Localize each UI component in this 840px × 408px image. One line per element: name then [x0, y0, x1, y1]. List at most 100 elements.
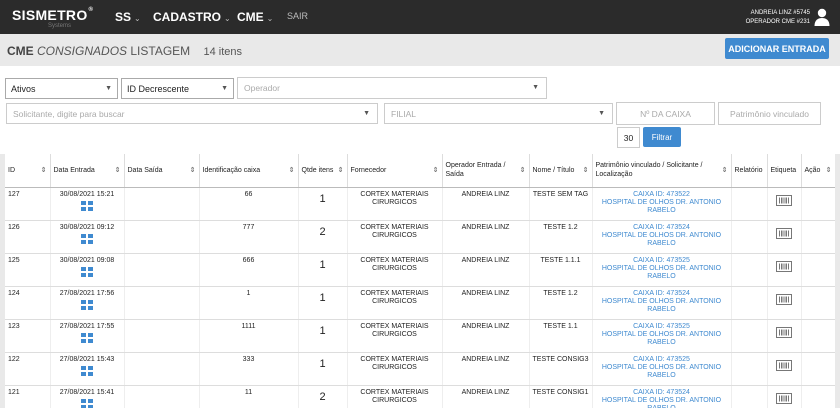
solicitante-search-select[interactable]: Solicitante, digite para buscar ▼ — [6, 103, 378, 124]
column-header-label: Data Saída — [127, 166, 163, 174]
patrimonio-input[interactable]: Patrimônio vinculado — [718, 102, 821, 125]
table-row[interactable]: 121 27/08/2021 15:41 11 2 CORTEX MATERIA… — [5, 385, 835, 408]
chevron-down-icon: ▼ — [221, 85, 228, 92]
top-navbar: SISMETRO® Systems SS ⌄ CADASTRO ⌄ CME ⌄ SAI… — [0, 0, 840, 34]
brand-logo[interactable]: SISMETRO® — [12, 7, 93, 23]
cell-relatorio — [731, 253, 768, 287]
nav-menu-cadastro[interactable]: CADASTRO ⌄ — [153, 10, 231, 24]
barcode-label-icon[interactable] — [776, 194, 792, 206]
cell-etiqueta — [767, 319, 802, 353]
caixa-placeholder: Nº DA CAIXA — [640, 108, 691, 119]
table-row[interactable]: 125 30/08/2021 09:08 666 1 CORTEX MATERI… — [5, 253, 835, 287]
column-header-patrimonio[interactable]: Patrimônio vinculado / Solicitante / Loc… — [592, 154, 732, 188]
filter-button[interactable]: Filtrar — [643, 127, 681, 147]
column-header-id[interactable]: ID ⇕ — [5, 154, 51, 188]
nav-menu-ss[interactable]: SS ⌄ — [115, 10, 141, 24]
sort-icon[interactable]: ⇕ — [115, 166, 121, 175]
sort-icon[interactable]: ⇕ — [289, 166, 295, 175]
cell-patrimonio[interactable]: CAIXA ID: 473524 HOSPITAL DE OLHOS DR. AN… — [592, 385, 732, 408]
cell-operador: ANDREIA LINZ — [442, 286, 530, 320]
grid-plus-icon[interactable] — [80, 332, 94, 343]
cell-data-saida — [124, 352, 200, 386]
caixa-number-input[interactable]: Nº DA CAIXA — [616, 102, 715, 125]
column-header-fornecedor[interactable]: Fornecedor ⇕ — [347, 154, 443, 188]
barcode-label-icon[interactable] — [776, 326, 792, 338]
sort-icon[interactable]: ⇕ — [722, 166, 728, 175]
user-info[interactable]: ANDREIA LINZ #5745 OPERADOR CME #231 — [746, 9, 810, 27]
cell-data-entrada: 30/08/2021 09:08 — [50, 253, 125, 287]
cell-patrimonio[interactable]: CAIXA ID: 473525 HOSPITAL DE OLHOS DR. AN… — [592, 319, 732, 353]
nav-logout-link[interactable]: SAIR — [287, 11, 308, 21]
cell-relatorio — [731, 187, 768, 221]
item-count: 14 itens — [203, 46, 243, 58]
column-header-data-entrada[interactable]: Data Entrada ⇕ — [50, 154, 125, 188]
grid-plus-icon[interactable] — [80, 233, 94, 244]
barcode-label-icon[interactable] — [776, 392, 792, 404]
sort-icon[interactable]: ⇕ — [583, 166, 589, 175]
filial-select[interactable]: FILIAL ▼ — [384, 103, 613, 124]
sort-icon[interactable]: ⇕ — [433, 166, 439, 175]
page-title-module: CME — [7, 44, 34, 58]
chevron-down-icon: ▼ — [363, 110, 370, 117]
patrimonio-caixa-link[interactable]: CAIXA ID: 473524 — [596, 290, 728, 298]
column-header-label: Relatório — [734, 166, 763, 174]
user-icon[interactable] — [814, 8, 830, 26]
cell-nome: TESTE 1.1 — [529, 319, 593, 353]
sort-icon[interactable]: ⇕ — [520, 166, 526, 175]
column-header-data-saida[interactable]: Data Saída ⇕ — [124, 154, 200, 188]
patrimonio-caixa-link[interactable]: CAIXA ID: 473522 — [596, 191, 728, 199]
cell-fornecedor: CORTEX MATERIAIS CIRURGICOS — [347, 385, 443, 408]
sort-icon[interactable]: ⇕ — [190, 166, 196, 175]
table-row[interactable]: 124 27/08/2021 17:56 1 1 CORTEX MATERIAI… — [5, 286, 835, 320]
cell-nome: TESTE SEM TAG — [529, 187, 593, 221]
patrimonio-caixa-link[interactable]: CAIXA ID: 473524 — [596, 224, 728, 232]
add-entry-button[interactable]: ADICIONAR ENTRADA — [725, 38, 829, 59]
cell-id: 121 — [5, 385, 51, 408]
order-select[interactable]: ID Decrescente ▼ — [121, 78, 234, 99]
cell-etiqueta — [767, 352, 802, 386]
patrimonio-caixa-link[interactable]: CAIXA ID: 473525 — [596, 323, 728, 331]
patrimonio-caixa-link[interactable]: CAIXA ID: 473524 — [596, 389, 728, 397]
barcode-label-icon[interactable] — [776, 359, 792, 371]
cell-patrimonio[interactable]: CAIXA ID: 473525 HOSPITAL DE OLHOS DR. AN… — [592, 352, 732, 386]
cell-relatorio — [731, 286, 768, 320]
barcode-label-icon[interactable] — [776, 260, 792, 272]
page-size-input[interactable]: 30 — [617, 127, 640, 148]
cell-data-entrada: 27/08/2021 15:43 — [50, 352, 125, 386]
column-header-qtde-itens[interactable]: Qtde itens ⇕ — [298, 154, 348, 188]
column-header-identificacao-caixa[interactable]: Identificação caixa ⇕ — [199, 154, 299, 188]
nav-menu-cme[interactable]: CME ⌄ — [237, 10, 273, 24]
status-select[interactable]: Ativos ▼ — [5, 78, 118, 99]
sort-icon[interactable]: ⇕ — [338, 166, 344, 175]
barcode-label-icon[interactable] — [776, 293, 792, 305]
cell-qtde: 1 — [298, 253, 348, 287]
grid-plus-icon[interactable] — [80, 299, 94, 310]
cell-patrimonio[interactable]: CAIXA ID: 473524 HOSPITAL DE OLHOS DR. AN… — [592, 220, 732, 254]
table-row[interactable]: 122 27/08/2021 15:43 333 1 CORTEX MATERI… — [5, 352, 835, 386]
grid-plus-icon[interactable] — [80, 266, 94, 277]
table-row[interactable]: 126 30/08/2021 09:12 777 2 CORTEX MATERI… — [5, 220, 835, 254]
barcode-label-icon[interactable] — [776, 227, 792, 239]
grid-plus-icon[interactable] — [80, 200, 94, 211]
data-entrada-text: 27/08/2021 15:43 — [59, 355, 115, 363]
cell-acao — [801, 286, 835, 320]
table-row[interactable]: 127 30/08/2021 15:21 66 1 CORTEX MATERIA… — [5, 187, 835, 221]
cell-id: 123 — [5, 319, 51, 353]
operador-select[interactable]: Operador ▼ — [237, 77, 547, 99]
patrimonio-caixa-link[interactable]: CAIXA ID: 473525 — [596, 356, 728, 364]
cell-patrimonio[interactable]: CAIXA ID: 473522 HOSPITAL DE OLHOS DR. AN… — [592, 187, 732, 221]
sort-icon[interactable]: ⇕ — [41, 166, 47, 175]
table-row[interactable]: 123 27/08/2021 17:55 1111 1 CORTEX MATER… — [5, 319, 835, 353]
cell-patrimonio[interactable]: CAIXA ID: 473525 HOSPITAL DE OLHOS DR. AN… — [592, 253, 732, 287]
column-header-operador[interactable]: Operador Entrada / Saída ⇕ — [442, 154, 530, 188]
patrimonio-caixa-link[interactable]: CAIXA ID: 473525 — [596, 257, 728, 265]
cell-patrimonio[interactable]: CAIXA ID: 473524 HOSPITAL DE OLHOS DR. AN… — [592, 286, 732, 320]
grid-plus-icon[interactable] — [80, 398, 94, 408]
column-header-nome-titulo[interactable]: Nome / Título ⇕ — [529, 154, 593, 188]
patrimonio-local-text: HOSPITAL DE OLHOS DR. ANTONIO RABELO — [601, 363, 722, 379]
cell-data-saida — [124, 319, 200, 353]
cell-qtde: 1 — [298, 187, 348, 221]
column-header-label: Identificação caixa — [202, 166, 261, 174]
sort-icon[interactable]: ⇕ — [826, 166, 832, 175]
grid-plus-icon[interactable] — [80, 365, 94, 376]
